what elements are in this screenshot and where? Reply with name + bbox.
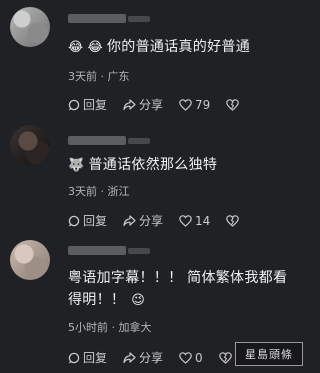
share-label: 分享 <box>139 351 164 365</box>
like-button[interactable]: 14 <box>179 214 210 228</box>
avatar[interactable] <box>10 7 50 47</box>
username-blurred[interactable] <box>68 14 150 23</box>
share-label: 分享 <box>139 214 164 228</box>
comment-meta: 3天前 · 广东 <box>68 70 130 83</box>
reply-button[interactable]: 回复 <box>68 212 107 229</box>
share-icon <box>123 351 136 363</box>
reply-button[interactable]: 回复 <box>68 349 107 366</box>
share-icon <box>123 98 136 110</box>
emoji: 🐺 <box>68 158 85 173</box>
comment-meta: 3天前 · 浙江 <box>68 185 130 198</box>
comment-meta: 5小时前 · 加拿大 <box>68 321 152 334</box>
comment-text: 😂 😂 你的普通话真的好普通 <box>68 36 296 59</box>
comment-item: 🐺 普通话依然那么独特 3天前 · 浙江 回复 分享 14 <box>0 120 308 232</box>
like-count: 14 <box>195 213 211 228</box>
avatar[interactable] <box>10 240 50 280</box>
watermark-logo: 星島頭條 <box>235 342 303 366</box>
emoji: 😂 <box>87 40 103 55</box>
dislike-icon <box>226 98 240 111</box>
dislike-icon <box>226 214 240 227</box>
comment-text: 粤语加字幕！！！ 简体繁体我都看得明！！ 😉 <box>68 267 296 312</box>
emoji: 😂 <box>68 40 84 55</box>
share-button[interactable]: 分享 <box>123 212 163 229</box>
comment-body: 粤语加字幕！！！ 简体繁体我都看得明！！ <box>68 270 288 308</box>
share-button[interactable]: 分享 <box>123 96 163 113</box>
heart-icon <box>179 98 192 111</box>
heart-icon <box>179 214 192 227</box>
heart-icon <box>179 351 192 364</box>
share-button[interactable]: 分享 <box>123 349 163 366</box>
like-button[interactable]: 0 <box>179 351 203 365</box>
dislike-button[interactable] <box>226 214 242 227</box>
comment-body: 你的普通话真的好普通 <box>107 39 250 55</box>
share-icon <box>123 214 136 226</box>
dislike-icon <box>218 351 232 364</box>
comment-actions: 回复 分享 79 <box>68 96 298 113</box>
like-button[interactable]: 79 <box>179 98 210 112</box>
username-blurred[interactable] <box>68 136 150 145</box>
reply-icon <box>68 215 80 226</box>
like-count: 0 <box>195 350 203 365</box>
dislike-button[interactable] <box>226 98 242 111</box>
avatar[interactable] <box>10 125 50 165</box>
like-count: 79 <box>195 97 211 112</box>
reply-label: 回复 <box>83 351 108 365</box>
reply-icon <box>68 352 80 363</box>
comment-item: 😂 😂 你的普通话真的好普通 3天前 · 广东 回复 分享 79 <box>0 0 308 120</box>
comment-text: 🐺 普通话依然那么独特 <box>68 154 296 177</box>
comment-body: 普通话依然那么独特 <box>88 157 218 173</box>
reply-icon <box>68 99 80 110</box>
reply-button[interactable]: 回复 <box>68 96 107 113</box>
comment-actions: 回复 分享 14 <box>68 212 298 229</box>
username-blurred[interactable] <box>68 246 150 255</box>
dislike-button[interactable] <box>218 351 235 364</box>
share-label: 分享 <box>139 98 164 112</box>
reply-label: 回复 <box>83 98 108 112</box>
emoji: 😉 <box>131 293 146 308</box>
reply-label: 回复 <box>83 214 108 228</box>
